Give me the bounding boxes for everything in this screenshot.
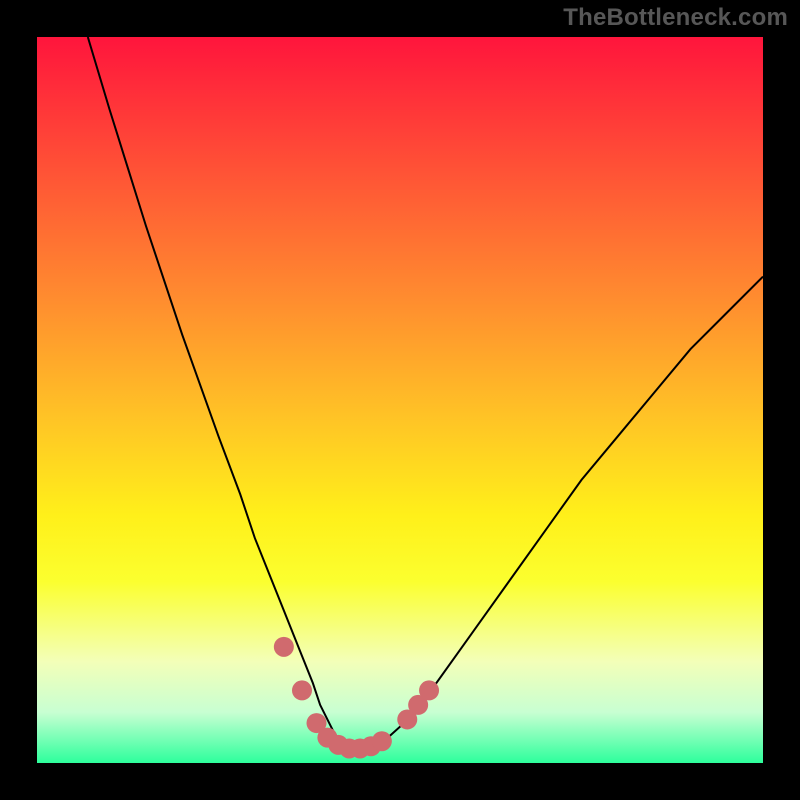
curve-markers	[274, 637, 439, 759]
curve-marker	[274, 637, 294, 657]
curve-marker	[419, 680, 439, 700]
curve-marker	[292, 680, 312, 700]
bottleneck-curve	[88, 37, 763, 748]
watermark-text: TheBottleneck.com	[563, 4, 788, 32]
chart-svg	[37, 37, 763, 763]
curve-marker	[372, 731, 392, 751]
